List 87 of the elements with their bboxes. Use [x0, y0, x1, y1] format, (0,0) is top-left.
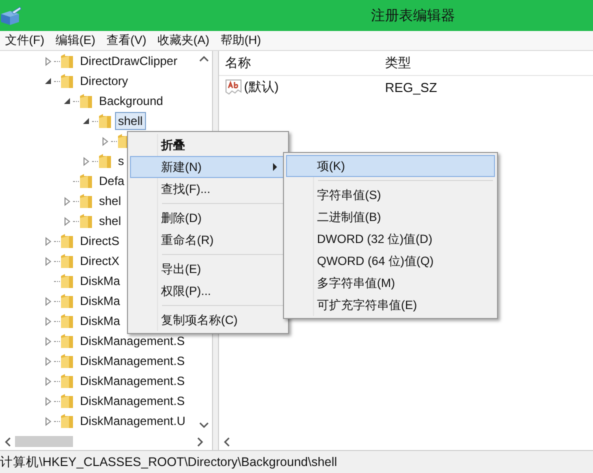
- tree-item[interactable]: DirectDrawClipper: [77, 52, 180, 70]
- folder-icon: [98, 113, 112, 129]
- tree-item[interactable]: DiskManagement.S: [77, 352, 188, 370]
- value-name[interactable]: (默认): [244, 78, 279, 96]
- collapse-arrow-icon[interactable]: [82, 117, 90, 125]
- menu-item[interactable]: 导出(E): [130, 258, 286, 280]
- tree-item[interactable]: DiskMa: [77, 312, 124, 330]
- expand-arrow-icon[interactable]: [63, 196, 71, 206]
- collapse-arrow-icon[interactable]: [44, 77, 52, 85]
- menu-bar-item[interactable]: 编辑(E): [50, 32, 102, 49]
- tree-item[interactable]: DiskManagement.S: [77, 392, 188, 410]
- scroll-down-icon: [198, 422, 208, 429]
- folder-icon: [60, 53, 74, 69]
- menu-item[interactable]: 重命名(R): [130, 229, 286, 251]
- menu-bar-item[interactable]: 收藏夹(A): [152, 32, 216, 49]
- expand-arrow-icon[interactable]: [82, 156, 90, 166]
- folder-icon: [60, 373, 74, 389]
- menu-item[interactable]: 复制项名称(C): [130, 309, 286, 331]
- folder-icon: [79, 93, 93, 109]
- menu-item[interactable]: 查找(F)...: [130, 178, 286, 200]
- expand-arrow-icon[interactable]: [101, 136, 109, 146]
- tree-item[interactable]: DiskMa: [77, 292, 124, 310]
- menu-item[interactable]: 多字符串值(M): [286, 272, 495, 294]
- tree-item[interactable]: Directory: [77, 72, 132, 90]
- menu-item[interactable]: QWORD (64 位)值(Q): [286, 250, 495, 272]
- menu-bar-item[interactable]: 帮助(H): [215, 32, 267, 49]
- folder-icon: [60, 233, 74, 249]
- menu-item[interactable]: 权限(P)...: [130, 280, 286, 302]
- folder-icon: [60, 253, 74, 269]
- scroll-left-icon: [223, 436, 230, 446]
- window-title: 注册表编辑器: [370, 6, 456, 24]
- expand-arrow-icon[interactable]: [44, 56, 52, 66]
- value-type: REG_SZ: [385, 80, 438, 94]
- folder-icon: [60, 313, 74, 329]
- folder-icon: [60, 413, 74, 429]
- expand-arrow-icon[interactable]: [44, 296, 52, 306]
- tree-item[interactable]: s: [115, 152, 127, 170]
- tree-item[interactable]: DirectS: [77, 232, 122, 250]
- menu-item[interactable]: 删除(D): [130, 207, 286, 229]
- menu-item[interactable]: DWORD (32 位)值(D): [286, 228, 495, 250]
- menu-item[interactable]: 新建(N): [130, 156, 286, 178]
- menu-item[interactable]: 折叠: [130, 134, 286, 156]
- expand-arrow-icon[interactable]: [44, 236, 52, 246]
- tree-item[interactable]: DiskManagement.S: [77, 372, 188, 390]
- expand-arrow-icon[interactable]: [44, 376, 52, 386]
- folder-icon: [60, 333, 74, 349]
- menu-item[interactable]: 项(K): [286, 155, 495, 177]
- folder-icon: [60, 353, 74, 369]
- scroll-up-icon: [198, 55, 208, 62]
- folder-icon: [79, 213, 93, 229]
- expand-arrow-icon[interactable]: [44, 316, 52, 326]
- registry-cubes-icon: [0, 6, 22, 26]
- tree-item[interactable]: DiskManagement.S: [77, 332, 188, 350]
- status-path: 计算机\HKEY_CLASSES_ROOT\Directory\Background\shell: [0, 454, 338, 470]
- menu-item[interactable]: 可扩充字符串值(E): [286, 294, 495, 316]
- tree-item[interactable]: shell: [115, 112, 146, 130]
- menu-bar-item[interactable]: 查看(V): [101, 32, 152, 49]
- tree-item[interactable]: Defa: [96, 172, 128, 190]
- expand-arrow-icon[interactable]: [44, 416, 52, 426]
- folder-icon: [79, 173, 93, 189]
- menu-item[interactable]: 字符串值(S): [286, 184, 495, 206]
- tree-item[interactable]: DirectX: [77, 252, 122, 270]
- folder-icon: [98, 153, 112, 169]
- tree-item[interactable]: shel: [96, 212, 124, 230]
- expand-arrow-icon[interactable]: [44, 356, 52, 366]
- folder-icon: [60, 293, 74, 309]
- expand-arrow-icon[interactable]: [63, 216, 71, 226]
- folder-icon: [60, 393, 74, 409]
- collapse-arrow-icon[interactable]: [63, 97, 71, 105]
- tree-item[interactable]: shel: [96, 192, 124, 210]
- folder-icon: [79, 193, 93, 209]
- scroll-right-icon: [197, 436, 204, 446]
- tree-item[interactable]: DiskManagement.U: [77, 412, 188, 430]
- scroll-left-icon: [4, 436, 11, 446]
- menu-item[interactable]: 二进制值(B): [286, 206, 495, 228]
- folder-icon: [60, 273, 74, 289]
- column-header[interactable]: 名称: [225, 54, 385, 72]
- expand-arrow-icon[interactable]: [44, 256, 52, 266]
- column-header[interactable]: 类型: [385, 54, 593, 72]
- scrollbar-thumb[interactable]: [15, 436, 73, 447]
- string-value-icon: [225, 79, 242, 95]
- expand-arrow-icon[interactable]: [44, 396, 52, 406]
- folder-icon: [60, 73, 74, 89]
- menu-bar-item[interactable]: 文件(F): [0, 32, 50, 49]
- tree-item[interactable]: DiskMa: [77, 272, 124, 290]
- tree-item[interactable]: Background: [96, 92, 166, 110]
- expand-arrow-icon[interactable]: [44, 336, 52, 346]
